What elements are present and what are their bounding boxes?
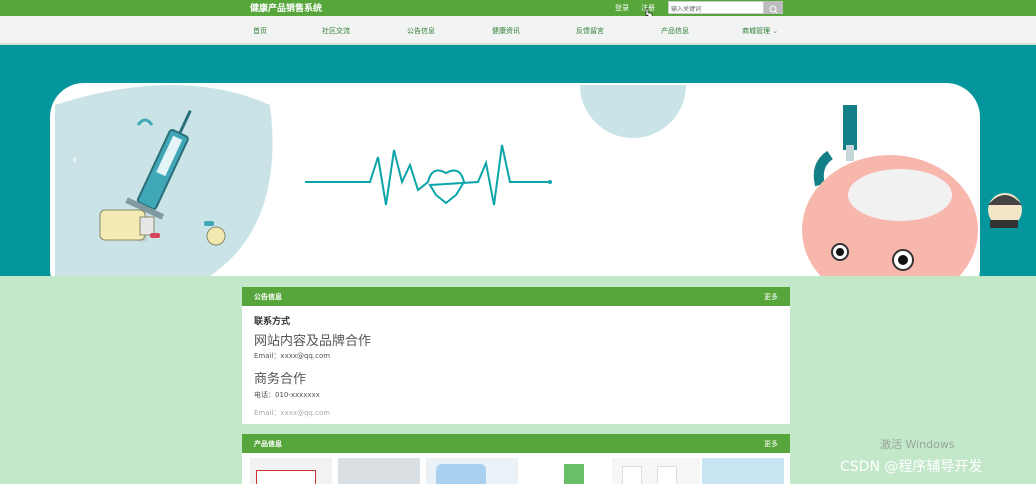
nav-health-news[interactable]: 健康资讯: [492, 26, 520, 36]
product-card[interactable]: [426, 458, 518, 484]
product-list: [242, 453, 790, 484]
notice-panel: 公告信息 更多 联系方式 网站内容及品牌合作 Email：xxxx@qq.com…: [242, 287, 790, 424]
csdn-watermark: CSDN @程序辅导开发: [840, 459, 983, 475]
banner-carousel[interactable]: ‹: [0, 45, 1036, 276]
nav-shop-manage-label: 商城管理: [742, 27, 770, 35]
nav-home[interactable]: 首页: [253, 26, 267, 36]
product-card[interactable]: [250, 458, 332, 484]
search-button[interactable]: [764, 1, 783, 14]
products-panel-title: 产品信息: [254, 440, 282, 448]
notice-panel-title: 公告信息: [254, 293, 282, 301]
products-panel: 产品信息 更多: [242, 434, 790, 484]
search-icon: [769, 5, 778, 14]
product-card[interactable]: [702, 458, 784, 484]
email-text-2: Email：xxxx@qq.com: [254, 409, 331, 417]
notice-body: 联系方式 网站内容及品牌合作 Email：xxxx@qq.com 商务合作 电话…: [242, 306, 790, 424]
nav-notice[interactable]: 公告信息: [407, 26, 435, 36]
product-card[interactable]: [338, 458, 420, 484]
product-card[interactable]: [524, 458, 606, 484]
email-text: Email：xxxx@qq.com: [254, 352, 331, 360]
cooperation-heading: 网站内容及品牌合作: [254, 334, 372, 349]
login-link[interactable]: 登录: [615, 3, 629, 13]
site-title: 健康产品销售系统: [250, 4, 323, 14]
nav-shop-manage[interactable]: 商城管理 ⌄: [742, 26, 778, 36]
contact-title: 联系方式: [254, 317, 291, 327]
business-heading: 商务合作: [254, 372, 307, 387]
nav-products[interactable]: 产品信息: [661, 26, 689, 36]
product-card[interactable]: [612, 458, 700, 484]
nav-feedback[interactable]: 反馈留言: [576, 26, 604, 36]
windows-activation-watermark: 激活 Windows: [880, 438, 955, 451]
products-more-link[interactable]: 更多: [764, 439, 778, 449]
top-bar: 健康产品销售系统 登录 注册 输入关键词: [0, 0, 1036, 20]
banner-illustration: [55, 85, 1022, 276]
chevron-down-icon: ⌄: [772, 27, 779, 35]
carousel-prev-icon[interactable]: ‹: [72, 152, 78, 168]
nav-community[interactable]: 社区交流: [322, 26, 350, 36]
phone-text: 电话：010-xxxxxxx: [254, 391, 320, 399]
notice-panel-header: 公告信息 更多: [242, 287, 790, 306]
search-input[interactable]: 输入关键词: [668, 1, 764, 14]
notice-more-link[interactable]: 更多: [764, 292, 778, 302]
products-panel-header: 产品信息 更多: [242, 434, 790, 453]
main-nav: 首页 社区交流 公告信息 健康资讯 反馈留言 产品信息 商城管理 ⌄: [0, 16, 1036, 44]
